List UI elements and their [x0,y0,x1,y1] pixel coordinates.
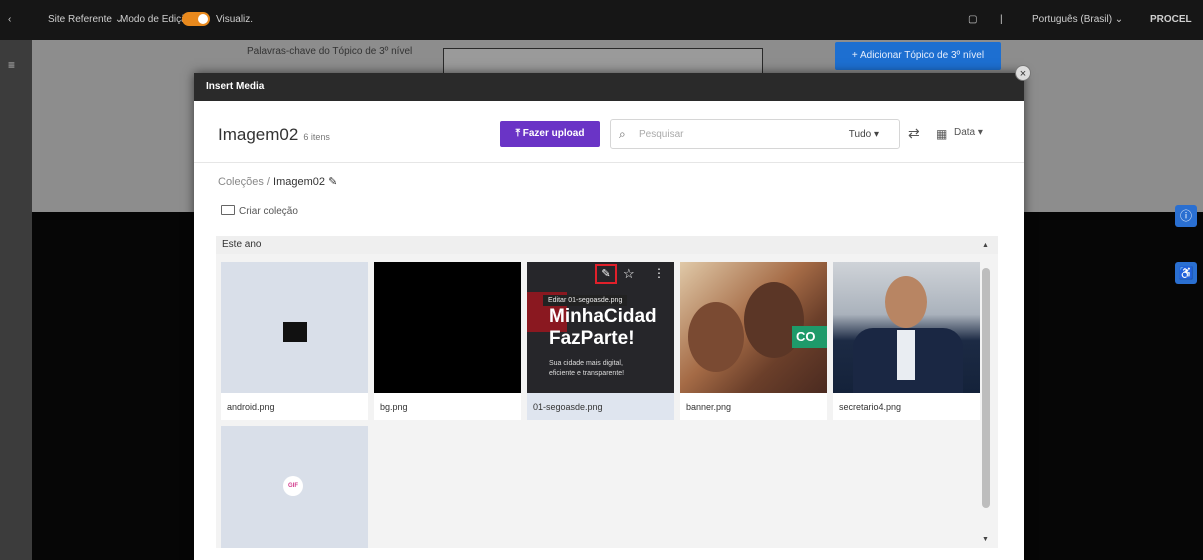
scroll-down-icon[interactable]: ▼ [982,536,989,543]
brand-logo: PROCEL [1150,14,1192,25]
add-topic-button[interactable]: + Adicionar Tópico de 3º nível [835,42,1001,70]
grid-view-icon[interactable]: ▦ [936,127,947,141]
group-header: Este ano [216,236,998,254]
scrollbar-thumb[interactable] [982,268,990,508]
gif-badge: GIF [283,476,303,496]
create-collection-label: Criar coleção [239,206,298,217]
scrollbar[interactable]: ▲ ▼ [982,242,990,546]
banner-text-4: eficiente e transparente! [549,370,625,377]
more-options-icon[interactable]: ⋮ [653,266,665,280]
thumbnail-android [221,262,368,393]
banner-text-1: MinhaCidad [549,306,657,327]
edit-mode-toggle[interactable] [182,12,210,26]
thumbnail-secretario [833,262,980,393]
android-logo-icon [283,322,307,342]
breadcrumb-current[interactable]: Imagem02 ✎ [273,176,337,188]
language-selector[interactable]: Português (Brasil) ⌄ [1032,14,1123,25]
media-list: Este ano android.png bg.png MinhaCidad F… [216,236,998,548]
background-field-label: Palavras-chave do Tópico de 3º nível [247,46,413,57]
close-icon[interactable]: × [1015,65,1031,81]
child-figure [688,302,744,372]
star-icon[interactable]: ☆ [623,266,635,282]
collection-count: 6 itens [303,132,330,142]
thumbnail-bg [374,262,521,393]
filter-icon[interactable]: ⇄ [908,125,920,142]
banner-text-2: FazParte! [549,328,635,349]
thumbnail-minhacidade: MinhaCidad FazParte! Sua cidade mais dig… [527,262,674,393]
media-filename: 01-segoasde.png [533,402,603,412]
info-icon[interactable]: ⓘ [1175,205,1197,227]
accessibility-icon[interactable]: ♿ [1175,262,1197,284]
media-filename: bg.png [380,402,408,412]
scroll-up-icon[interactable]: ▲ [982,242,989,249]
folder-icon [221,205,235,215]
cta-badge: CO [792,326,827,348]
media-card[interactable]: secretario4.png [833,262,980,420]
media-card[interactable]: android.png [221,262,368,420]
media-filename: banner.png [686,402,732,412]
breadcrumb-separator: / [266,176,270,188]
search-input[interactable]: Pesquisar [639,129,683,140]
back-chevron-icon[interactable]: ‹ [8,14,11,25]
type-filter-dropdown[interactable]: Tudo ▾ [849,129,879,140]
thumbnail-banner: CO [680,262,827,393]
collection-title: Imagem02 6 itens [218,125,330,145]
breadcrumb-root[interactable]: Coleções [218,176,264,188]
modal-header: Imagem02 6 itens ⤒ Fazer upload ⌕ Pesquis… [194,101,1024,163]
face-figure [885,276,927,328]
search-icon: ⌕ [619,127,626,141]
edit-icon[interactable]: ✎ [595,264,617,284]
media-filename: secretario4.png [839,402,902,412]
upload-button[interactable]: ⤒ Fazer upload [500,121,600,147]
left-strip: ≡ [0,40,32,560]
shirt-figure [897,330,915,380]
insert-media-modal: Insert Media Imagem02 6 itens ⤒ Fazer upl… [194,73,1024,560]
window-icon[interactable]: ▢ [968,14,977,25]
menu-icon[interactable]: ≡ [8,58,15,72]
media-card-selected[interactable]: MinhaCidad FazParte! Sua cidade mais dig… [527,262,674,420]
view-label: Visualiz. [216,14,254,25]
edit-tooltip: Editar 01-segoasde.png [543,295,628,306]
collection-name: Imagem02 [218,125,299,144]
modal-title: Insert Media [194,73,1024,101]
top-toolbar: ‹ Site Referente ⌄ Modo de Edição Visual… [0,0,1203,40]
media-filename: android.png [227,402,275,412]
site-selector[interactable]: Site Referente ⌄ [48,14,123,25]
breadcrumb: Coleções / Imagem02 ✎ [218,175,337,188]
sort-dropdown[interactable]: Data ▾ [954,127,983,138]
media-card[interactable]: CO banner.png [680,262,827,420]
thumbnail-gif: GIF [221,426,368,548]
media-card[interactable]: bg.png [374,262,521,420]
create-collection-button[interactable]: Criar coleção [221,205,298,217]
media-card[interactable]: GIF [221,426,368,548]
separator: | [1000,14,1003,25]
banner-text-3: Sua cidade mais digital, [549,360,623,367]
search-box[interactable]: ⌕ Pesquisar Tudo ▾ [610,119,900,149]
